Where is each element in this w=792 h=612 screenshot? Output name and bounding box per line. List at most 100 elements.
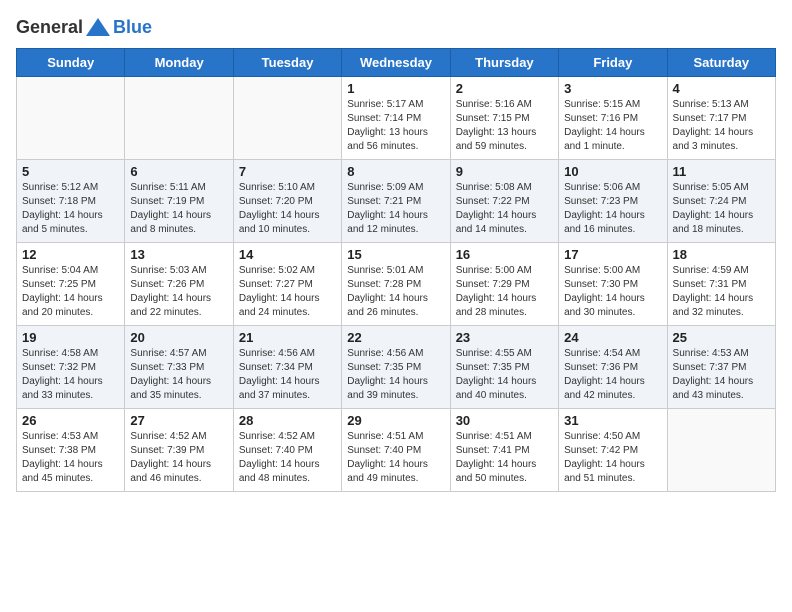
- logo-text-general: General: [16, 17, 83, 38]
- day-number: 23: [456, 330, 553, 345]
- day-number: 8: [347, 164, 444, 179]
- day-info: Sunrise: 4:52 AM Sunset: 7:40 PM Dayligh…: [239, 430, 336, 486]
- day-number: 4: [673, 81, 770, 96]
- day-number: 2: [456, 81, 553, 96]
- weekday-header-wednesday: Wednesday: [342, 49, 450, 77]
- calendar-cell: 31 Sunrise: 4:50 AM Sunset: 7:42 PM Dayli…: [559, 409, 667, 492]
- day-number: 30: [456, 413, 553, 428]
- calendar-cell: 6Sunrise: 5:11 AM Sunset: 7:19 PM Daylig…: [125, 160, 233, 243]
- calendar-table: SundayMondayTuesdayWednesdayThursdayFrid…: [16, 48, 776, 492]
- day-number: 7: [239, 164, 336, 179]
- day-number: 15: [347, 247, 444, 262]
- day-number: 14: [239, 247, 336, 262]
- day-info: Sunrise: 4:56 AM Sunset: 7:34 PM Dayligh…: [239, 347, 336, 403]
- day-info: Sunrise: 4:57 AM Sunset: 7:33 PM Dayligh…: [130, 347, 227, 403]
- day-number: 10: [564, 164, 661, 179]
- logo-icon: [84, 16, 112, 38]
- calendar-cell: [233, 77, 341, 160]
- calendar-body: 1 Sunrise: 5:17 AM Sunset: 7:14 PM Daylig…: [17, 77, 776, 492]
- logo: General Blue: [16, 16, 152, 38]
- day-info: Sunrise: 4:56 AM Sunset: 7:35 PM Dayligh…: [347, 347, 444, 403]
- day-number: 17: [564, 247, 661, 262]
- day-number: 1: [347, 81, 444, 96]
- calendar-cell: 12 Sunrise: 5:04 AM Sunset: 7:25 PM Dayli…: [17, 243, 125, 326]
- day-number: 13: [130, 247, 227, 262]
- calendar-cell: 10Sunrise: 5:06 AM Sunset: 7:23 PM Dayli…: [559, 160, 667, 243]
- calendar-cell: 20Sunrise: 4:57 AM Sunset: 7:33 PM Dayli…: [125, 326, 233, 409]
- day-number: 19: [22, 330, 119, 345]
- day-info: Sunrise: 5:17 AM Sunset: 7:14 PM Dayligh…: [347, 98, 444, 154]
- calendar-cell: 28Sunrise: 4:52 AM Sunset: 7:40 PM Dayli…: [233, 409, 341, 492]
- day-info: Sunrise: 5:16 AM Sunset: 7:15 PM Dayligh…: [456, 98, 553, 154]
- day-number: 31: [564, 413, 661, 428]
- weekday-header-monday: Monday: [125, 49, 233, 77]
- day-info: Sunrise: 4:51 AM Sunset: 7:41 PM Dayligh…: [456, 430, 553, 486]
- calendar-cell: 24 Sunrise: 4:54 AM Sunset: 7:36 PM Dayli…: [559, 326, 667, 409]
- calendar-cell: 29 Sunrise: 4:51 AM Sunset: 7:40 PM Dayli…: [342, 409, 450, 492]
- calendar-cell: [125, 77, 233, 160]
- calendar-cell: 22Sunrise: 4:56 AM Sunset: 7:35 PM Dayli…: [342, 326, 450, 409]
- weekday-header-row: SundayMondayTuesdayWednesdayThursdayFrid…: [17, 49, 776, 77]
- calendar-week-0: 1 Sunrise: 5:17 AM Sunset: 7:14 PM Daylig…: [17, 77, 776, 160]
- calendar-cell: 1 Sunrise: 5:17 AM Sunset: 7:14 PM Daylig…: [342, 77, 450, 160]
- calendar-cell: 16Sunrise: 5:00 AM Sunset: 7:29 PM Dayli…: [450, 243, 558, 326]
- calendar-cell: 2 Sunrise: 5:16 AM Sunset: 7:15 PM Daylig…: [450, 77, 558, 160]
- weekday-header-tuesday: Tuesday: [233, 49, 341, 77]
- calendar-cell: 4 Sunrise: 5:13 AM Sunset: 7:17 PM Daylig…: [667, 77, 775, 160]
- calendar-cell: 15 Sunrise: 5:01 AM Sunset: 7:28 PM Dayli…: [342, 243, 450, 326]
- header: General Blue: [16, 16, 776, 38]
- weekday-header-saturday: Saturday: [667, 49, 775, 77]
- calendar-cell: 25 Sunrise: 4:53 AM Sunset: 7:37 PM Dayli…: [667, 326, 775, 409]
- day-info: Sunrise: 5:00 AM Sunset: 7:30 PM Dayligh…: [564, 264, 661, 320]
- day-number: 6: [130, 164, 227, 179]
- calendar-cell: 13Sunrise: 5:03 AM Sunset: 7:26 PM Dayli…: [125, 243, 233, 326]
- calendar-cell: [17, 77, 125, 160]
- day-number: 27: [130, 413, 227, 428]
- calendar-cell: 3Sunrise: 5:15 AM Sunset: 7:16 PM Daylig…: [559, 77, 667, 160]
- day-info: Sunrise: 5:15 AM Sunset: 7:16 PM Dayligh…: [564, 98, 661, 154]
- calendar-cell: 5 Sunrise: 5:12 AM Sunset: 7:18 PM Daylig…: [17, 160, 125, 243]
- day-number: 16: [456, 247, 553, 262]
- day-info: Sunrise: 5:09 AM Sunset: 7:21 PM Dayligh…: [347, 181, 444, 237]
- calendar-cell: 17 Sunrise: 5:00 AM Sunset: 7:30 PM Dayli…: [559, 243, 667, 326]
- day-info: Sunrise: 4:50 AM Sunset: 7:42 PM Dayligh…: [564, 430, 661, 486]
- day-info: Sunrise: 5:04 AM Sunset: 7:25 PM Dayligh…: [22, 264, 119, 320]
- day-info: Sunrise: 5:13 AM Sunset: 7:17 PM Dayligh…: [673, 98, 770, 154]
- day-info: Sunrise: 4:53 AM Sunset: 7:38 PM Dayligh…: [22, 430, 119, 486]
- weekday-header-thursday: Thursday: [450, 49, 558, 77]
- calendar-cell: 26Sunrise: 4:53 AM Sunset: 7:38 PM Dayli…: [17, 409, 125, 492]
- calendar-week-3: 19 Sunrise: 4:58 AM Sunset: 7:32 PM Dayli…: [17, 326, 776, 409]
- day-number: 12: [22, 247, 119, 262]
- day-info: Sunrise: 5:08 AM Sunset: 7:22 PM Dayligh…: [456, 181, 553, 237]
- calendar-week-1: 5 Sunrise: 5:12 AM Sunset: 7:18 PM Daylig…: [17, 160, 776, 243]
- day-number: 21: [239, 330, 336, 345]
- calendar-cell: 23 Sunrise: 4:55 AM Sunset: 7:35 PM Dayli…: [450, 326, 558, 409]
- page-container: General Blue SundayMondayTuesdayWednesda…: [0, 0, 792, 502]
- weekday-header-friday: Friday: [559, 49, 667, 77]
- day-info: Sunrise: 5:01 AM Sunset: 7:28 PM Dayligh…: [347, 264, 444, 320]
- weekday-header-sunday: Sunday: [17, 49, 125, 77]
- calendar-cell: [667, 409, 775, 492]
- day-info: Sunrise: 4:53 AM Sunset: 7:37 PM Dayligh…: [673, 347, 770, 403]
- day-info: Sunrise: 5:10 AM Sunset: 7:20 PM Dayligh…: [239, 181, 336, 237]
- day-info: Sunrise: 4:54 AM Sunset: 7:36 PM Dayligh…: [564, 347, 661, 403]
- calendar-cell: 7 Sunrise: 5:10 AM Sunset: 7:20 PM Daylig…: [233, 160, 341, 243]
- day-info: Sunrise: 5:12 AM Sunset: 7:18 PM Dayligh…: [22, 181, 119, 237]
- day-number: 24: [564, 330, 661, 345]
- calendar-header: SundayMondayTuesdayWednesdayThursdayFrid…: [17, 49, 776, 77]
- calendar-cell: 19 Sunrise: 4:58 AM Sunset: 7:32 PM Dayli…: [17, 326, 125, 409]
- day-info: Sunrise: 4:51 AM Sunset: 7:40 PM Dayligh…: [347, 430, 444, 486]
- day-number: 11: [673, 164, 770, 179]
- calendar-week-4: 26Sunrise: 4:53 AM Sunset: 7:38 PM Dayli…: [17, 409, 776, 492]
- day-info: Sunrise: 4:52 AM Sunset: 7:39 PM Dayligh…: [130, 430, 227, 486]
- day-info: Sunrise: 4:59 AM Sunset: 7:31 PM Dayligh…: [673, 264, 770, 320]
- calendar-cell: 8 Sunrise: 5:09 AM Sunset: 7:21 PM Daylig…: [342, 160, 450, 243]
- calendar-cell: 9Sunrise: 5:08 AM Sunset: 7:22 PM Daylig…: [450, 160, 558, 243]
- day-info: Sunrise: 4:55 AM Sunset: 7:35 PM Dayligh…: [456, 347, 553, 403]
- day-number: 29: [347, 413, 444, 428]
- calendar-cell: 21 Sunrise: 4:56 AM Sunset: 7:34 PM Dayli…: [233, 326, 341, 409]
- calendar-cell: 27 Sunrise: 4:52 AM Sunset: 7:39 PM Dayli…: [125, 409, 233, 492]
- day-info: Sunrise: 4:58 AM Sunset: 7:32 PM Dayligh…: [22, 347, 119, 403]
- day-number: 5: [22, 164, 119, 179]
- day-number: 25: [673, 330, 770, 345]
